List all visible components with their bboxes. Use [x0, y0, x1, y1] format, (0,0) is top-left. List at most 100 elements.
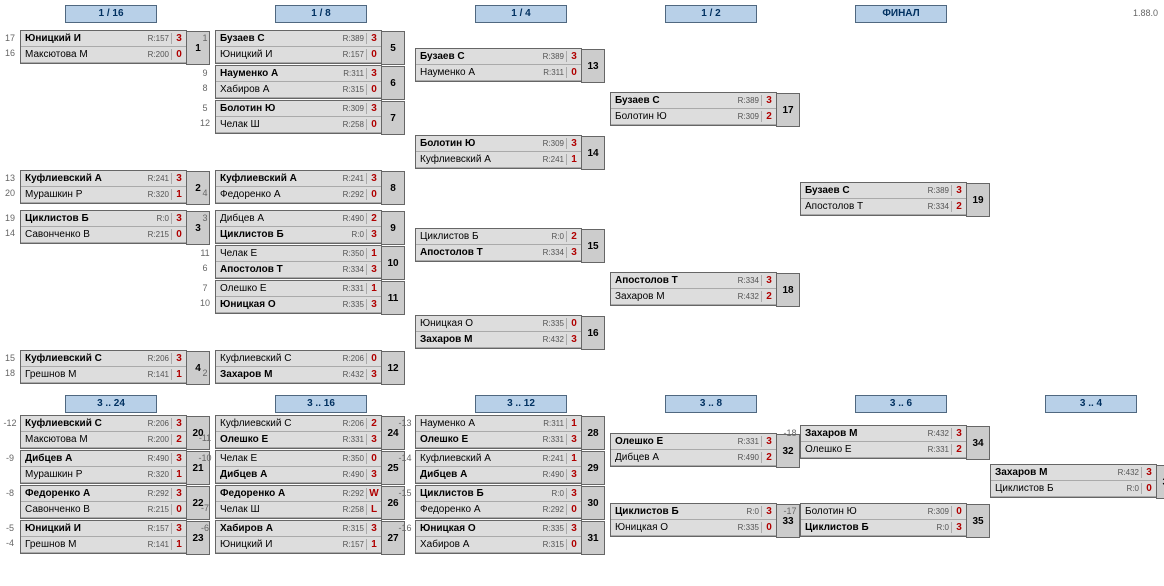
player-row: Апостолов ТR:3343: [216, 262, 381, 278]
player-name: Апостолов Т: [801, 201, 919, 212]
player-name: Юницкий И: [216, 539, 334, 550]
rating: R:309: [534, 139, 566, 148]
seed: -18: [781, 428, 799, 438]
rating: R:0: [919, 523, 951, 532]
score: 0: [566, 539, 581, 550]
player-name: Куфлиевский А: [21, 173, 139, 184]
rating: R:490: [334, 214, 366, 223]
score: 0: [951, 506, 966, 517]
seed: 8: [196, 83, 214, 93]
player-name: Дибцев А: [611, 452, 729, 463]
player-name: Челак Ш: [216, 119, 334, 130]
rating: R:292: [139, 489, 171, 498]
match-18: Апостолов ТR:3343Захаров МR:432218: [610, 272, 777, 306]
player-name: Куфлиевский С: [21, 353, 139, 364]
player-name: Куфлиевский С: [21, 418, 139, 429]
rating: R:389: [534, 52, 566, 61]
match-number: 34: [966, 426, 990, 460]
score: 3: [366, 469, 381, 480]
player-name: Максютова М: [21, 434, 139, 445]
rating: R:389: [334, 34, 366, 43]
player-name: Циклистов Б: [216, 229, 334, 240]
rating: R:0: [334, 230, 366, 239]
score: 0: [171, 504, 186, 515]
match-34: -18Захаров МR:4323Олешко ЕR:331234: [800, 425, 967, 459]
player-name: Захаров М: [611, 291, 729, 302]
player-row: Циклистов БR:03: [21, 211, 186, 227]
match-2: 13Куфлиевский АR:241320Мурашкин РR:32012: [20, 170, 187, 204]
player-row: Захаров МR:4323: [216, 367, 381, 383]
rating: R:315: [534, 540, 566, 549]
player-name: Болотин Ю: [416, 138, 534, 149]
seed: 12: [196, 118, 214, 128]
player-row: Федоренко АR:292W: [216, 486, 381, 502]
player-row: Савонченко ВR:2150: [21, 227, 186, 243]
rating: R:0: [534, 232, 566, 241]
match-number: 15: [581, 229, 605, 263]
player-name: Циклистов Б: [801, 522, 919, 533]
score: 3: [951, 185, 966, 196]
player-row: Захаров МR:4323: [416, 332, 581, 348]
match-number: 29: [581, 451, 605, 485]
rating: R:200: [139, 50, 171, 59]
player-row: Олешко ЕR:3311: [216, 281, 381, 297]
score: 2: [566, 231, 581, 242]
player-name: Олешко Е: [216, 283, 334, 294]
rating: R:432: [919, 429, 951, 438]
seed: 13: [1, 173, 19, 183]
player-name: Юницкая О: [416, 318, 534, 329]
match-23: -5Юницкий ИR:1573-4Грешнов МR:141123: [20, 520, 187, 554]
score: L: [366, 504, 381, 515]
rating: R:331: [534, 435, 566, 444]
score: 3: [366, 229, 381, 240]
player-name: Юницкая О: [216, 299, 334, 310]
match-29: -14Куфлиевский АR:2411Дибцев АR:490329: [415, 450, 582, 484]
player-row: Дибцев АR:4903: [416, 467, 581, 483]
player-name: Циклистов Б: [416, 231, 534, 242]
player-row: Челак ШR:258L: [216, 502, 381, 518]
seed: -9: [1, 453, 19, 463]
rating: R:292: [534, 505, 566, 514]
rating: R:490: [139, 454, 171, 463]
score: 3: [951, 522, 966, 533]
match-number: 8: [381, 171, 405, 205]
score: 3: [566, 434, 581, 445]
player-name: Болотин Ю: [611, 111, 729, 122]
score: 0: [366, 189, 381, 200]
player-row: Дибцев АR:4902: [216, 211, 381, 227]
round-header: 3 .. 24: [65, 395, 157, 413]
player-row: Олешко ЕR:3313: [216, 432, 381, 448]
player-name: Хабиров А: [216, 523, 334, 534]
player-row: Челак ЕR:3500: [216, 451, 381, 467]
match-25: -10Челак ЕR:3500Дибцев АR:490325: [215, 450, 382, 484]
player-row: Циклистов БR:03: [416, 486, 581, 502]
score: 3: [171, 418, 186, 429]
match-11: 7Олешко ЕR:331110Юницкая ОR:335311: [215, 280, 382, 314]
match-1: 17Юницкий ИR:157316Максютова МR:20001: [20, 30, 187, 64]
score: 3: [761, 436, 776, 447]
seed: 14: [1, 228, 19, 238]
player-row: Олешко ЕR:3313: [611, 434, 776, 450]
player-name: Куфлиевский А: [216, 173, 334, 184]
score: 2: [366, 213, 381, 224]
player-name: Апостолов Т: [611, 275, 729, 286]
rating: R:334: [919, 202, 951, 211]
rating: R:490: [729, 453, 761, 462]
player-row: Циклистов БR:03: [611, 504, 776, 520]
player-name: Бузаев С: [801, 185, 919, 196]
player-name: Челак Е: [216, 248, 334, 259]
player-row: Юницкий ИR:1570: [216, 47, 381, 63]
score: 3: [951, 428, 966, 439]
player-name: Науменко А: [216, 68, 334, 79]
rating: R:432: [729, 292, 761, 301]
rating: R:389: [919, 186, 951, 195]
rating: R:311: [534, 419, 566, 428]
player-row: Юницкая ОR:3353: [416, 521, 581, 537]
player-name: Олешко Е: [416, 434, 534, 445]
seed: -15: [396, 488, 414, 498]
rating: R:432: [1109, 468, 1141, 477]
rating: R:0: [1109, 484, 1141, 493]
player-row: Циклистов БR:03: [801, 520, 966, 536]
round-header: 1 / 4: [475, 5, 567, 23]
match-33: Циклистов БR:03Юницкая ОR:335033: [610, 503, 777, 537]
